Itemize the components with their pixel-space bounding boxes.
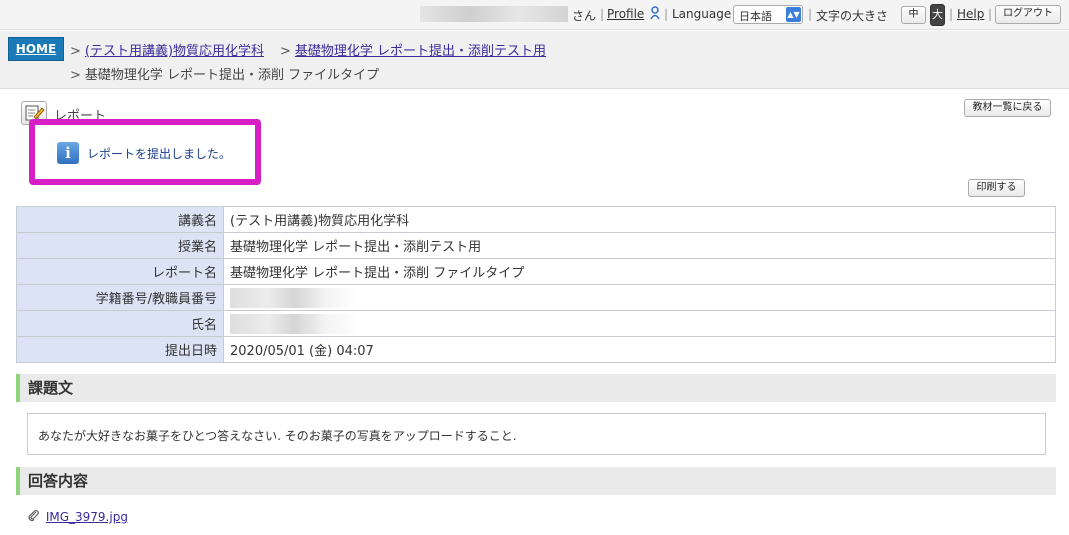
san-suffix: さん — [572, 9, 597, 23]
breadcrumb-current-label: 基礎物理化学 レポート提出・添削 ファイルタイプ — [84, 68, 380, 83]
table-row: 学籍番号/教職員番号 — [16, 284, 1056, 311]
breadcrumb-current: > 基礎物理化学 レポート提出・添削 ファイルタイプ — [70, 64, 379, 83]
report-info-table: 講義名 (テスト用講義)物質応用化学科 授業名 基礎物理化学 レポート提出・添削… — [16, 206, 1056, 363]
info-icon: i — [57, 142, 79, 164]
attachment-file-link[interactable]: IMG_3979.jpg — [46, 510, 128, 524]
table-row: 提出日時 2020/05/01 (金) 04:07 — [16, 336, 1056, 363]
attachment: IMG_3979.jpg — [28, 509, 128, 524]
row-label: レポート名 — [16, 258, 224, 285]
row-value: 基礎物理化学 レポート提出・添削テスト用 — [223, 232, 1056, 259]
redacted-name — [230, 313, 358, 334]
row-label: 氏名 — [16, 310, 224, 337]
separator: | — [988, 7, 993, 21]
paperclip-icon — [28, 510, 43, 524]
task-heading: 課題文 — [16, 374, 1056, 402]
breadcrumb-separator: > — [70, 68, 81, 83]
font-size-large-button[interactable]: 大 — [930, 4, 945, 26]
row-value-redacted — [223, 310, 1056, 337]
separator: | — [664, 7, 669, 21]
back-to-materials-button[interactable]: 教材一覧に戻る — [964, 99, 1051, 117]
row-label: 講義名 — [16, 206, 224, 233]
table-row: 授業名 基礎物理化学 レポート提出・添削テスト用 — [16, 232, 1056, 259]
row-label: 授業名 — [16, 232, 224, 259]
breadcrumb-separator: > — [70, 44, 81, 59]
home-button[interactable]: HOME — [8, 37, 64, 61]
breadcrumb-course: > (テスト用講義)物質応用化学科 — [70, 40, 264, 59]
notice-text: レポートを提出しました。 — [87, 147, 232, 161]
breadcrumb-class: > 基礎物理化学 レポート提出・添削テスト用 — [280, 40, 546, 59]
redacted-username — [420, 6, 568, 22]
breadcrumb: HOME > (テスト用講義)物質応用化学科 > 基礎物理化学 レポート提出・添削テ… — [0, 31, 1069, 89]
row-label: 学籍番号/教職員番号 — [16, 284, 224, 311]
font-size-label: 文字の大きさ — [816, 9, 889, 23]
breadcrumb-separator: > — [280, 44, 291, 59]
top-bar: さん | Profile | Language 日本語 ▲▼ | 文字の大きさ … — [0, 0, 1069, 30]
separator: | — [600, 7, 605, 21]
row-value: 2020/05/01 (金) 04:07 — [223, 336, 1056, 363]
row-value: 基礎物理化学 レポート提出・添削 ファイルタイプ — [223, 258, 1056, 285]
separator: | — [949, 7, 954, 21]
chevron-updown-icon: ▲▼ — [786, 7, 801, 22]
language-label: Language — [672, 7, 732, 21]
language-value: 日本語 — [739, 10, 772, 23]
help-link[interactable]: Help — [957, 7, 984, 21]
redacted-id — [230, 287, 358, 308]
person-icon[interactable] — [650, 6, 660, 24]
row-value: (テスト用講義)物質応用化学科 — [223, 206, 1056, 233]
task-text: あなたが大好きなお菓子をひとつ答えなさい. そのお菓子の写真をアップロードするこ… — [27, 413, 1046, 455]
font-size-medium-button[interactable]: 中 — [901, 6, 926, 24]
row-label: 提出日時 — [16, 336, 224, 363]
row-value-redacted — [223, 284, 1056, 311]
language-select[interactable]: 日本語 ▲▼ — [733, 5, 803, 24]
table-row: レポート名 基礎物理化学 レポート提出・添削 ファイルタイプ — [16, 258, 1056, 285]
breadcrumb-course-link[interactable]: (テスト用講義)物質応用化学科 — [85, 44, 264, 59]
answer-heading: 回答内容 — [16, 467, 1056, 495]
table-row: 講義名 (テスト用講義)物質応用化学科 — [16, 206, 1056, 233]
submission-notice: i レポートを提出しました。 — [29, 119, 261, 185]
breadcrumb-class-link[interactable]: 基礎物理化学 レポート提出・添削テスト用 — [295, 44, 546, 59]
separator: | — [808, 7, 813, 21]
profile-link[interactable]: Profile — [607, 7, 644, 21]
logout-button[interactable]: ログアウト — [995, 5, 1061, 24]
table-row: 氏名 — [16, 310, 1056, 337]
print-button[interactable]: 印刷する — [968, 179, 1025, 197]
